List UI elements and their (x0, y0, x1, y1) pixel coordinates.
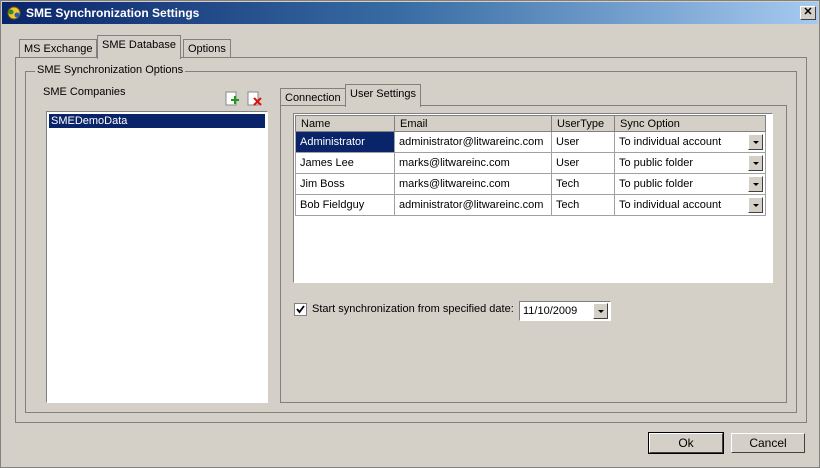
sync-option-value: To public folder (619, 157, 693, 169)
chevron-down-icon[interactable] (748, 197, 763, 213)
tab-ms-exchange[interactable]: MS Exchange (19, 39, 98, 58)
close-button[interactable]: ✕ (800, 6, 816, 20)
sync-options-label: SME Synchronization Options (35, 64, 186, 76)
delete-company-icon (247, 91, 262, 106)
column-header-name[interactable]: Name (295, 115, 395, 132)
cell-usertype[interactable]: Tech (551, 173, 615, 195)
company-item[interactable]: SMEDemoData (49, 114, 265, 128)
chevron-down-icon[interactable] (748, 155, 763, 171)
cell-sync-option[interactable]: To individual account (614, 194, 766, 216)
column-header-sync-option[interactable]: Sync Option (614, 115, 766, 132)
sync-date-label: Start synchronization from specified dat… (312, 303, 514, 315)
add-company-button[interactable] (223, 90, 241, 108)
window-title: SME Synchronization Settings (26, 6, 200, 20)
tab-options[interactable]: Options (183, 39, 231, 58)
column-header-email[interactable]: Email (394, 115, 552, 132)
column-header-usertype[interactable]: UserType (551, 115, 615, 132)
cell-email[interactable]: marks@litwareinc.com (394, 152, 552, 174)
cell-usertype[interactable]: User (551, 152, 615, 174)
sync-option-value: To individual account (619, 199, 722, 211)
chevron-down-icon[interactable] (748, 176, 763, 192)
add-company-icon (225, 91, 239, 106)
sync-option-value: To public folder (619, 178, 693, 190)
user-settings-grid: Name Email UserType Sync Option Administ… (295, 115, 766, 216)
table-row[interactable]: Jim Boss marks@litwareinc.com Tech To pu… (295, 173, 766, 195)
tab-user-settings[interactable]: User Settings (345, 84, 422, 107)
tab-connection[interactable]: Connection (280, 88, 346, 106)
cell-name[interactable]: James Lee (295, 152, 395, 174)
table-row[interactable]: Bob Fieldguy administrator@litwareinc.co… (295, 194, 766, 216)
settings-window: SME Synchronization Settings ✕ MS Exchan… (0, 0, 820, 468)
checkmark-icon (296, 305, 305, 314)
tab-sme-database[interactable]: SME Database (97, 35, 181, 59)
cell-email[interactable]: administrator@litwareinc.com (394, 194, 552, 216)
cell-sync-option[interactable]: To public folder (614, 173, 766, 195)
cell-sync-option[interactable]: To public folder (614, 152, 766, 174)
ok-button[interactable]: Ok (648, 432, 724, 454)
calendar-dropdown-icon[interactable] (593, 303, 608, 319)
sync-option-value: To individual account (619, 136, 722, 148)
title-bar[interactable]: SME Synchronization Settings ✕ (2, 2, 818, 24)
cell-name[interactable]: Bob Fieldguy (295, 194, 395, 216)
cell-email[interactable]: marks@litwareinc.com (394, 173, 552, 195)
cell-sync-option[interactable]: To individual account (614, 131, 766, 153)
cell-name[interactable]: Jim Boss (295, 173, 395, 195)
cancel-button[interactable]: Cancel (731, 433, 805, 453)
sync-app-icon (7, 6, 21, 20)
cell-usertype[interactable]: User (551, 131, 615, 153)
chevron-down-icon[interactable] (748, 134, 763, 150)
cell-name[interactable]: Administrator (295, 131, 395, 153)
sync-date-value: 11/10/2009 (523, 305, 578, 317)
sync-date-checkbox[interactable] (294, 303, 307, 316)
sync-date-picker[interactable]: 11/10/2009 (519, 301, 611, 321)
cell-email[interactable]: administrator@litwareinc.com (394, 131, 552, 153)
companies-listbox[interactable]: SMEDemoData (46, 111, 268, 403)
companies-label: SME Companies (43, 86, 126, 98)
close-icon: ✕ (803, 6, 813, 18)
table-row[interactable]: Administrator administrator@litwareinc.c… (295, 131, 766, 153)
cell-usertype[interactable]: Tech (551, 194, 615, 216)
delete-company-button[interactable] (245, 90, 263, 108)
table-row[interactable]: James Lee marks@litwareinc.com User To p… (295, 152, 766, 174)
